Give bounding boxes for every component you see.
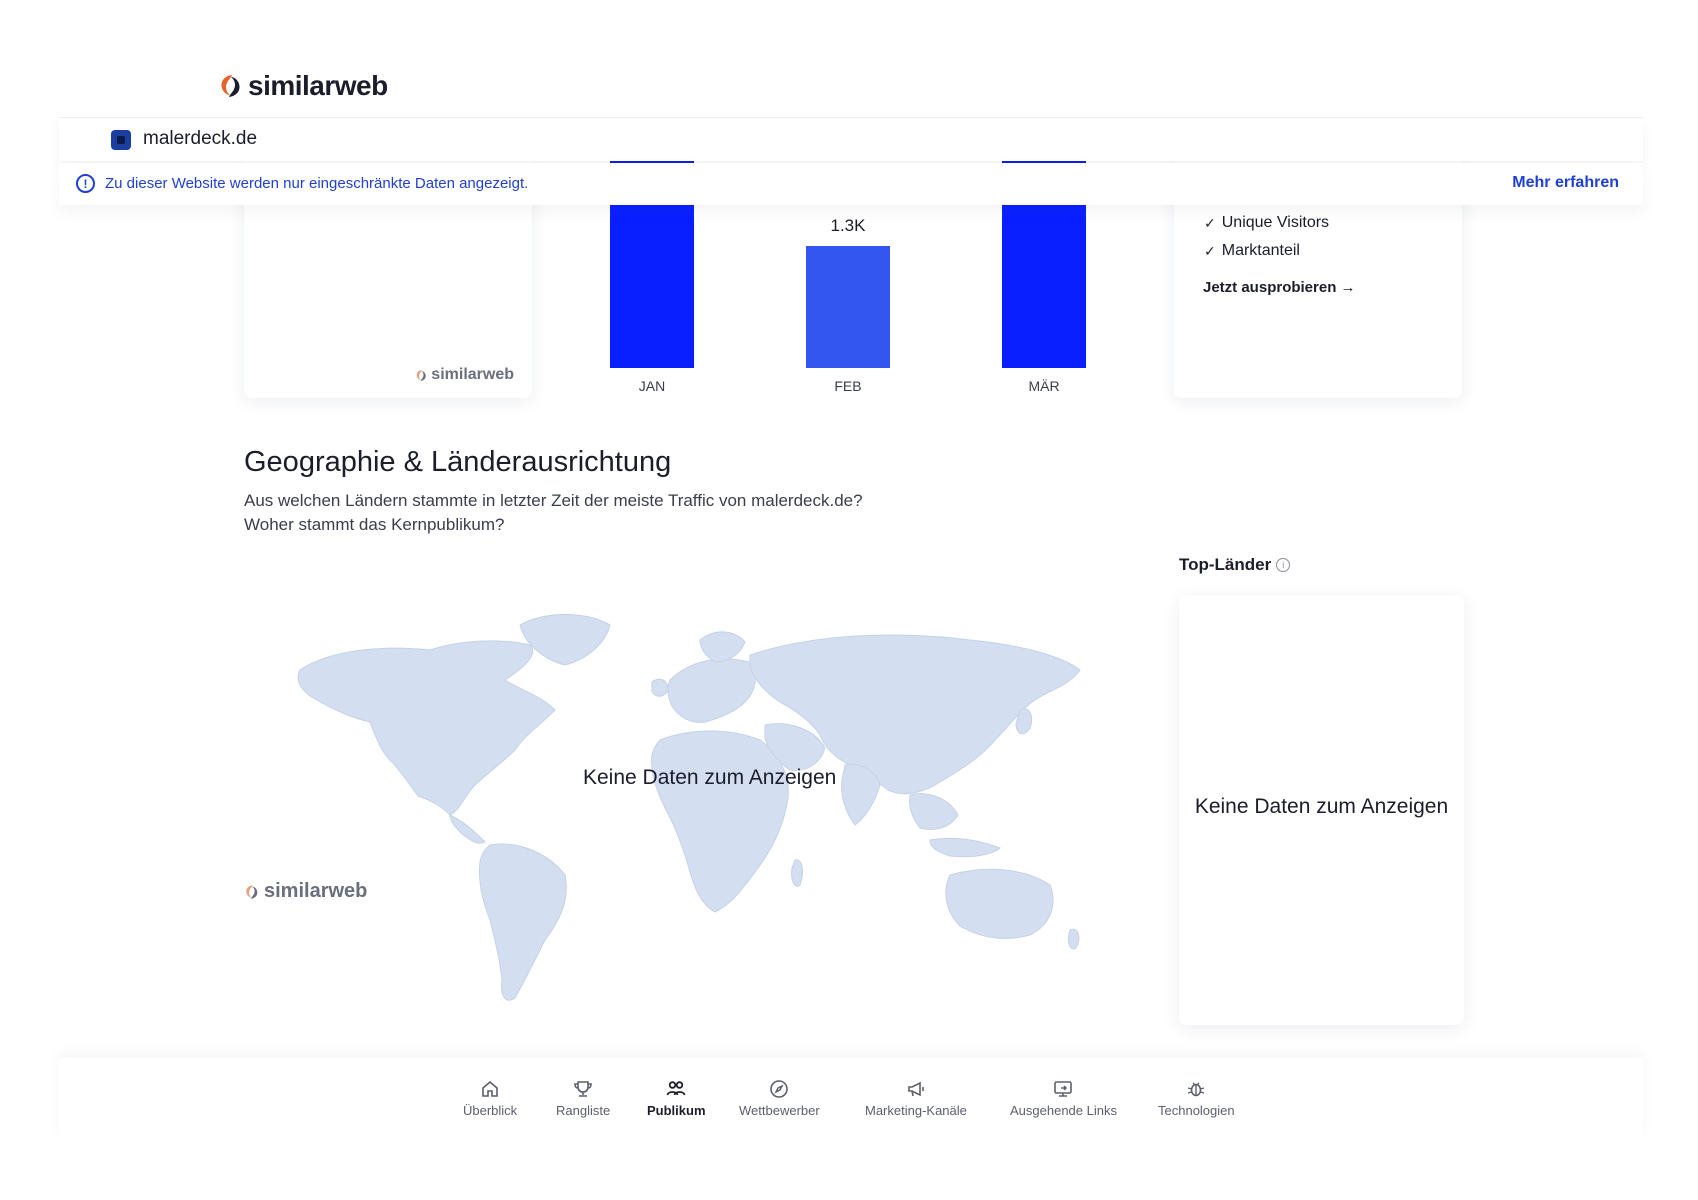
geo-subtitle-line: Aus welchen Ländern stammte in letzter Z… <box>244 491 863 510</box>
info-icon[interactable]: i <box>1276 558 1291 572</box>
map-watermark: similarweb <box>244 880 367 903</box>
domain-bar: malerdeck.de <box>59 117 1643 161</box>
bug-icon <box>1188 1082 1205 1097</box>
try-now-link[interactable]: Jetzt ausprobieren → <box>1203 279 1356 296</box>
map-north-america <box>297 640 556 816</box>
top-header: similarweb <box>0 0 1698 118</box>
monitor-link-icon <box>1054 1081 1073 1097</box>
top-countries-label: Top-Länder <box>1179 555 1272 574</box>
map-south-america <box>479 843 567 1001</box>
nav-item-technologies[interactable]: Technologien <box>1158 1078 1235 1118</box>
megaphone-icon <box>908 1081 924 1097</box>
feature-label: Unique Visitors <box>1221 214 1330 231</box>
countries-no-data-message: Keine Daten zum Anzeigen <box>1194 795 1449 818</box>
nav-item-overview[interactable]: Überblick <box>463 1078 517 1118</box>
similarweb-logo-icon <box>246 884 258 899</box>
similarweb-logo-icon <box>417 369 427 381</box>
nav-item-ranking[interactable]: Rangliste <box>556 1078 610 1118</box>
nav-item-audience[interactable]: Publikum <box>647 1078 706 1118</box>
feature-item: ✓ Unique Visitors <box>1204 214 1329 232</box>
bar-value-feb: 1.3K <box>830 216 866 235</box>
feature-item: ✓ Marktanteil <box>1204 242 1300 260</box>
map-madagascar <box>791 859 803 887</box>
geo-section-title: Geographie & Länderausrichtung <box>244 446 672 478</box>
site-favicon-icon <box>111 130 131 150</box>
map-australia <box>945 868 1054 939</box>
world-map <box>297 614 1081 1001</box>
banner-text: Zu dieser Website werden nur eingeschrän… <box>105 175 529 192</box>
check-icon: ✓ <box>1204 242 1216 259</box>
map-indonesia <box>929 837 1001 858</box>
geo-section-subtitle: Aus welchen Ländern stammte in letzter Z… <box>244 489 863 537</box>
check-icon: ✓ <box>1204 214 1216 231</box>
home-icon <box>482 1080 498 1097</box>
map-no-data-message: Keine Daten zum Anzeigen <box>583 766 837 789</box>
map-southeast-asia <box>909 793 959 830</box>
domain-name: malerdeck.de <box>143 128 258 149</box>
similarweb-logo[interactable]: similarweb <box>218 70 388 102</box>
watermark-text: similarweb <box>264 880 368 902</box>
card-watermark: similarweb <box>415 366 514 384</box>
compass-icon <box>770 1080 789 1098</box>
bar-label-mar: MÄR <box>1028 378 1060 394</box>
nav-item-label: Technologien <box>1158 1103 1235 1118</box>
nav-item-outgoing-links[interactable]: Ausgehende Links <box>1010 1078 1117 1118</box>
watermark-text: similarweb <box>431 366 514 383</box>
map-uk <box>651 678 669 697</box>
bar-label-jan: JAN <box>638 378 666 394</box>
bar-feb[interactable] <box>806 246 890 368</box>
similarweb-logo-icon <box>221 75 240 97</box>
map-new-zealand <box>1067 928 1080 950</box>
nav-item-marketing-channels[interactable]: Marketing-Kanäle <box>865 1078 967 1118</box>
limited-data-banner: ! Zu dieser Website werden nur eingeschr… <box>59 163 1643 205</box>
top-countries-heading: Top-Länder i <box>1179 555 1291 575</box>
nav-item-label: Rangliste <box>556 1103 611 1118</box>
trophy-icon <box>574 1081 592 1097</box>
map-scandinavia <box>699 631 746 663</box>
info-icon: ! <box>76 174 95 193</box>
nav-item-label: Überblick <box>463 1103 518 1118</box>
nav-item-competitors[interactable]: Wettbewerber <box>739 1078 820 1118</box>
map-europe <box>667 658 756 723</box>
nav-item-label: Wettbewerber <box>739 1103 820 1118</box>
bottom-navigation: Überblick Rangliste Publikum Wettbewerbe… <box>59 1058 1643 1138</box>
top-countries-card: Keine Daten zum Anzeigen <box>1179 595 1464 1025</box>
users-icon <box>666 1081 686 1096</box>
nav-item-label: Marketing-Kanäle <box>865 1103 967 1118</box>
feature-label: Marktanteil <box>1221 242 1300 259</box>
map-central-america <box>449 814 486 844</box>
geo-subtitle-line: Woher stammt das Kernpublikum? <box>244 515 505 534</box>
map-greenland <box>519 614 611 666</box>
nav-item-label: Publikum <box>647 1103 706 1118</box>
nav-item-label: Ausgehende Links <box>1010 1103 1117 1118</box>
learn-more-link[interactable]: Mehr erfahren <box>1512 174 1619 192</box>
bar-label-feb: FEB <box>834 378 862 394</box>
logo-text: similarweb <box>248 70 388 101</box>
map-africa <box>651 730 789 913</box>
